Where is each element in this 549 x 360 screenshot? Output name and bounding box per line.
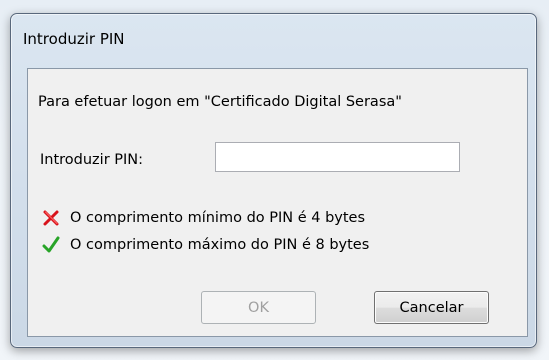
max-length-rule-text: O comprimento máximo do PIN é 8 bytes <box>70 237 370 253</box>
pin-input[interactable] <box>215 142 460 172</box>
min-length-rule: O comprimento mínimo do PIN é 4 bytes <box>42 207 365 229</box>
max-length-rule: O comprimento máximo do PIN é 8 bytes <box>42 234 369 256</box>
cancel-button[interactable]: Cancelar <box>374 291 489 324</box>
ok-button[interactable]: OK <box>201 291 316 324</box>
red-x-icon <box>42 209 60 227</box>
window-title: Introduzir PIN <box>23 30 125 48</box>
dialog-client-area: Para efetuar logon em "Certificado Digit… <box>27 68 528 337</box>
logon-message: Para efetuar logon em "Certificado Digit… <box>38 94 402 110</box>
green-check-icon <box>42 236 60 254</box>
min-length-rule-text: O comprimento mínimo do PIN é 4 bytes <box>70 210 366 226</box>
screenshot-background: Introduzir PIN Para efetuar logon em "Ce… <box>0 0 549 360</box>
pin-label: Introduzir PIN: <box>40 152 144 168</box>
